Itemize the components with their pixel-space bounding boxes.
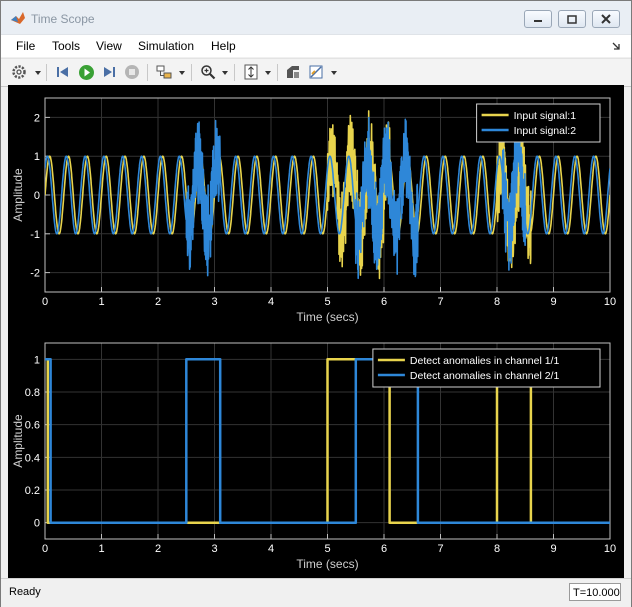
y-tick-label: 0	[34, 518, 40, 530]
zoom-in-button[interactable]	[199, 63, 217, 81]
x-tick-label: 6	[381, 543, 387, 555]
x-tick-label: 9	[550, 543, 556, 555]
scope-axes-1: 0 1 2 3 4 5 6 7 8 9 10 -2 -1 0 1 2 Time (secs) Amplitude I…	[11, 97, 616, 324]
legend-label: Input signal:1	[514, 110, 577, 122]
step-forward-button[interactable]	[100, 63, 118, 81]
x-tick-label: 5	[324, 543, 330, 555]
y-tick-label: 0	[34, 190, 40, 202]
y-axis-label: Amplitude	[11, 414, 25, 468]
x-axis-label: Time (secs)	[296, 310, 358, 324]
menu-help[interactable]: Help	[211, 39, 236, 53]
x-tick-label: 5	[324, 296, 330, 308]
maximize-icon	[567, 14, 577, 24]
x-tick-label: 6	[381, 296, 387, 308]
run-icon	[78, 64, 94, 80]
x-tick-label: 3	[211, 296, 217, 308]
autoscale-icon	[244, 64, 258, 80]
scope-axes-2: 0 1 2 3 4 5 6 7 8 9 10 0 0.2 0.4 0.6 0.8 1 Time (secs) Amp…	[11, 342, 616, 571]
x-tick-label: 7	[437, 296, 443, 308]
step-back-button[interactable]	[54, 63, 72, 81]
y-tick-label: -2	[30, 268, 40, 280]
x-tick-label: 0	[42, 543, 48, 555]
time-scope-window: Time Scope File Tools View Simulation He…	[0, 0, 632, 607]
y-tick-label: 2	[34, 112, 40, 124]
menu-simulation[interactable]: Simulation	[138, 39, 194, 53]
y-tick-label: -1	[30, 229, 40, 241]
settings-icon	[12, 65, 26, 79]
x-axis-label: Time (secs)	[296, 557, 358, 571]
menu-tools[interactable]: Tools	[52, 39, 80, 53]
simulink-button[interactable]	[284, 63, 302, 81]
legend-label: Input signal:2	[514, 125, 577, 137]
title-bar: Time Scope	[1, 1, 631, 35]
matlab-icon	[11, 12, 25, 24]
x-tick-label: 0	[42, 296, 48, 308]
toolbar-separator	[234, 64, 235, 81]
legend-label: Detect anomalies in channel 2/1	[410, 370, 560, 382]
step-back-icon	[57, 67, 68, 77]
y-tick-label: 0.2	[25, 485, 40, 497]
x-tick-label: 10	[604, 296, 616, 308]
autoscale-button[interactable]	[242, 63, 260, 81]
measurements-icon	[309, 65, 323, 79]
y-tick-label: 0.8	[25, 387, 40, 399]
window-title: Time Scope	[31, 12, 95, 26]
toolbar-separator	[46, 64, 47, 81]
x-tick-label: 1	[98, 543, 104, 555]
autoscale-dropdown-arrow[interactable]	[265, 71, 271, 75]
menu-bar: File Tools View Simulation Help	[1, 35, 631, 57]
status-bar: Ready T=10.000	[1, 578, 631, 607]
x-tick-label: 10	[604, 543, 616, 555]
x-tick-label: 4	[268, 296, 274, 308]
y-tick-label: 0.4	[25, 452, 40, 464]
x-tick-label: 1	[98, 296, 104, 308]
highlight-block-icon	[156, 65, 172, 79]
toolbar-separator	[277, 64, 278, 81]
zoom-dropdown-arrow[interactable]	[222, 71, 228, 75]
y-axis-label: Amplitude	[11, 168, 25, 222]
x-tick-label: 8	[494, 296, 500, 308]
simulink-icon	[287, 66, 299, 78]
x-tick-label: 2	[155, 296, 161, 308]
y-tick-label: 0.6	[25, 420, 40, 432]
y-tick-label: 1	[34, 354, 40, 366]
x-tick-label: 2	[155, 543, 161, 555]
simulation-time: T=10.000	[569, 583, 621, 601]
settings-dropdown-arrow[interactable]	[35, 71, 41, 75]
scope-plots[interactable]: 0 1 2 3 4 5 6 7 8 9 10-2-1012Time (secs)AmplitudeI…	[8, 85, 624, 578]
minimize-button[interactable]	[524, 10, 552, 28]
toolbar-separator	[191, 64, 192, 81]
settings-button[interactable]	[10, 63, 28, 81]
legend: Detect anomalies in channel 1/1 Detect an…	[372, 348, 601, 388]
run-button[interactable]	[77, 63, 95, 81]
menu-view[interactable]: View	[96, 39, 122, 53]
x-tick-label: 4	[268, 543, 274, 555]
y-tick-label: 1	[34, 151, 40, 163]
x-tick-label: 3	[211, 543, 217, 555]
maximize-button[interactable]	[558, 10, 586, 28]
highlight-block-button[interactable]	[155, 63, 173, 81]
legend-label: Detect anomalies in channel 1/1	[410, 355, 560, 367]
dock-arrow-icon[interactable]	[612, 42, 621, 51]
status-text: Ready	[9, 586, 41, 598]
step-forward-icon	[104, 67, 115, 77]
stop-button[interactable]	[123, 63, 141, 81]
x-tick-label: 9	[550, 296, 556, 308]
close-icon	[601, 14, 611, 24]
stop-icon	[125, 65, 139, 79]
toolbar	[1, 58, 631, 87]
minimize-icon	[534, 20, 542, 22]
x-tick-label: 7	[437, 543, 443, 555]
legend: Input signal:1 Input signal:2	[476, 103, 601, 143]
menu-file[interactable]: File	[16, 39, 35, 53]
zoom-in-icon	[201, 65, 216, 80]
highlight-dropdown-arrow[interactable]	[179, 71, 185, 75]
close-button[interactable]	[592, 10, 620, 28]
scope-display: 0 1 2 3 4 5 6 7 8 9 10 -2 -1 0 1 2 Time (secs) Amplitude I…	[8, 85, 624, 578]
measurements-dropdown-arrow[interactable]	[331, 71, 337, 75]
toolbar-separator	[147, 64, 148, 81]
x-tick-label: 8	[494, 543, 500, 555]
measurements-button[interactable]	[307, 63, 325, 81]
